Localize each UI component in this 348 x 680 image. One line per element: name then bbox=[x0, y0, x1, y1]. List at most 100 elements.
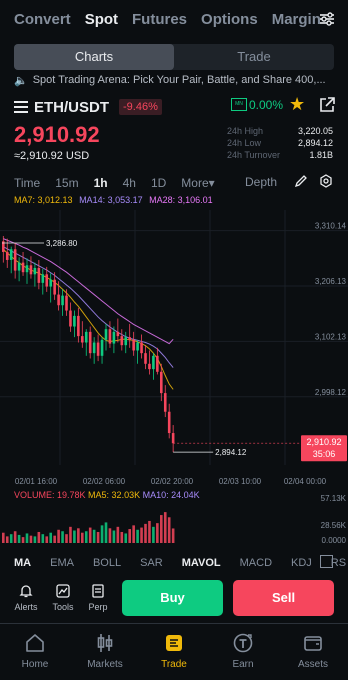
candle bbox=[171, 425, 175, 453]
candle-body bbox=[49, 279, 52, 287]
tool-alerts[interactable]: Alerts bbox=[10, 582, 42, 612]
interval-4h[interactable]: 4h bbox=[123, 176, 136, 190]
candle bbox=[104, 323, 108, 351]
candle-body bbox=[171, 433, 175, 444]
ma28-line bbox=[3, 238, 174, 345]
candle-body bbox=[160, 371, 163, 394]
candle bbox=[144, 345, 147, 370]
last-price: 2,910.92 bbox=[14, 122, 100, 147]
nav-earn[interactable]: Earn bbox=[213, 631, 273, 670]
candle bbox=[73, 310, 76, 338]
candle bbox=[100, 337, 104, 364]
price-chart[interactable]: 3,286.802,894.122,910.9235:06 3,310.143,… bbox=[0, 210, 348, 545]
indicator-mavol[interactable]: MAVOL bbox=[182, 557, 221, 569]
candle bbox=[61, 289, 64, 316]
candle-body bbox=[112, 331, 116, 344]
indicator-kdj[interactable]: KDJ bbox=[291, 557, 312, 569]
candle bbox=[124, 331, 128, 354]
chart-settings-icon[interactable] bbox=[319, 174, 333, 188]
candle bbox=[49, 273, 52, 303]
volume-axis: 57.13K 28.56K 0.0000 bbox=[321, 494, 347, 545]
tab-spot[interactable]: Spot bbox=[85, 11, 118, 28]
interval-1h[interactable]: 1h bbox=[94, 176, 108, 190]
indicator-macd[interactable]: MACD bbox=[240, 557, 272, 569]
volume-bar bbox=[124, 533, 128, 543]
candle-body bbox=[45, 274, 49, 287]
tool-tools[interactable]: Tools bbox=[47, 582, 79, 612]
chart-markers: 3,286.80 2,894.12 2,910.92 35:06 bbox=[2, 239, 347, 462]
candle bbox=[1, 235, 5, 263]
candle bbox=[13, 243, 17, 279]
pair-name[interactable]: ETH/USDT bbox=[34, 99, 109, 116]
volume-bar bbox=[160, 515, 163, 543]
candle-body bbox=[116, 331, 120, 337]
low-marker-label: 2,894.12 bbox=[215, 448, 247, 457]
tool-perp[interactable]: Perp bbox=[82, 582, 114, 612]
stat-label: 24h Turnover bbox=[227, 150, 281, 160]
volume-bar bbox=[73, 530, 76, 543]
volume-bar bbox=[112, 530, 116, 543]
segment-trade[interactable]: Trade bbox=[174, 44, 334, 70]
tab-futures[interactable]: Futures bbox=[132, 11, 187, 28]
mn-badge-icon[interactable]: MN bbox=[231, 98, 247, 111]
candle-body bbox=[140, 342, 143, 354]
announcement-bar[interactable]: 🔈 Spot Trading Arena: Pick Your Pair, Ba… bbox=[14, 72, 339, 88]
interval-more[interactable]: More▾ bbox=[181, 176, 214, 190]
markets-icon bbox=[97, 634, 113, 652]
candle bbox=[152, 353, 155, 380]
volume-bar bbox=[9, 534, 13, 543]
tab-margin[interactable]: Margin bbox=[272, 11, 321, 28]
candle-body bbox=[29, 265, 33, 275]
ma-legend: MA7: 3,012.13 MA14: 3,053.17 MA28: 3,106… bbox=[14, 195, 213, 205]
tab-options[interactable]: Options bbox=[201, 11, 258, 28]
indicator-boll[interactable]: BOLL bbox=[93, 557, 121, 569]
volume-bar bbox=[152, 526, 155, 543]
x-tick-label: 02/04 00:00 bbox=[284, 477, 327, 486]
ma7-value: MA7: 3,012.13 bbox=[14, 195, 73, 205]
buy-button[interactable]: Buy bbox=[122, 580, 223, 616]
candle-body bbox=[69, 310, 72, 327]
indicator-ma[interactable]: MA bbox=[14, 557, 31, 569]
interval-15m[interactable]: 15m bbox=[55, 176, 78, 190]
candle bbox=[96, 334, 100, 362]
candle bbox=[9, 246, 13, 274]
indicator-ema[interactable]: EMA bbox=[50, 557, 74, 569]
candle-body bbox=[65, 295, 68, 311]
interval-tabs: Time 15m 1h 4h 1D More▾ bbox=[14, 175, 230, 191]
candle-body bbox=[81, 336, 84, 343]
sell-button[interactable]: Sell bbox=[233, 580, 334, 616]
candle bbox=[167, 403, 171, 439]
perp-icon bbox=[92, 583, 104, 598]
candle bbox=[163, 385, 167, 418]
nav-trade[interactable]: Trade bbox=[144, 631, 204, 670]
menu-icon[interactable] bbox=[14, 101, 28, 113]
nav-label: Markets bbox=[87, 659, 123, 670]
interval-time[interactable]: Time bbox=[14, 176, 40, 190]
pencil-icon[interactable] bbox=[294, 174, 308, 188]
volume-bar bbox=[128, 529, 131, 543]
tab-convert[interactable]: Convert bbox=[14, 11, 71, 28]
stat-value: 1.81B bbox=[309, 150, 333, 160]
stat-value: 2,894.12 bbox=[297, 138, 333, 148]
usd-price: ≈2,910.92 USD bbox=[14, 150, 90, 162]
nav-assets[interactable]: Assets bbox=[283, 631, 343, 670]
fullscreen-icon[interactable] bbox=[320, 555, 333, 568]
nav-markets[interactable]: Markets bbox=[75, 631, 135, 670]
interval-1d[interactable]: 1D bbox=[151, 176, 166, 190]
indicator-sar[interactable]: SAR bbox=[140, 557, 163, 569]
candle-body bbox=[152, 355, 155, 370]
star-icon[interactable]: ★ bbox=[289, 94, 305, 115]
volume-legend: VOLUME: 19.78K MA5: 32.03K MA10: 24.04K bbox=[14, 490, 200, 500]
indicator-rsi[interactable]: RS bbox=[331, 557, 346, 569]
candle bbox=[140, 334, 143, 359]
candle-body bbox=[61, 295, 64, 306]
nav-home[interactable]: Home bbox=[5, 631, 65, 670]
segment-charts[interactable]: Charts bbox=[14, 44, 174, 70]
volume-bar bbox=[17, 534, 21, 543]
settings-sliders-icon[interactable] bbox=[318, 10, 336, 28]
candle-body bbox=[104, 329, 108, 340]
volume-bar bbox=[156, 523, 159, 543]
share-icon[interactable] bbox=[318, 96, 336, 114]
volume-bar bbox=[81, 532, 84, 543]
depth-tab[interactable]: Depth bbox=[245, 175, 277, 189]
